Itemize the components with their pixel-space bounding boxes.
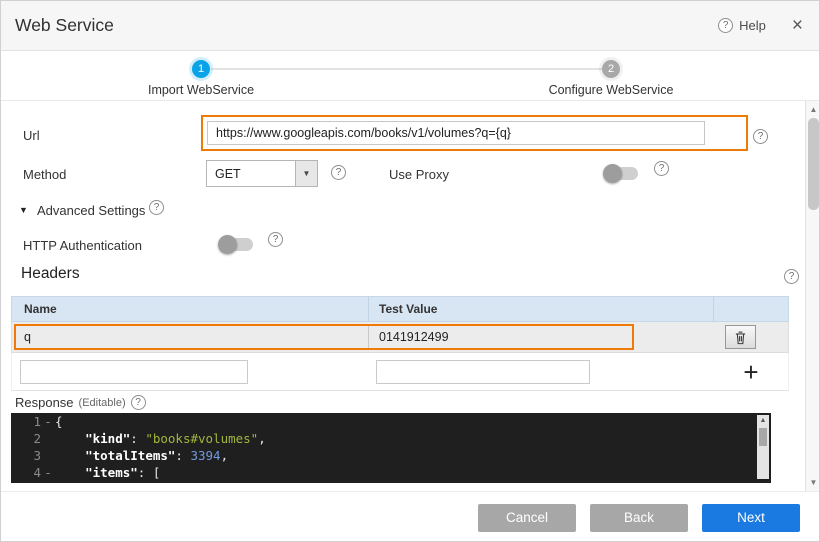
web-service-dialog: Web Service ? Help × 1 Import WebService… <box>0 0 820 542</box>
fold-marker <box>41 430 55 447</box>
content-scrollbar-thumb[interactable] <box>808 118 819 210</box>
step-2-circle[interactable]: 2 <box>602 60 620 78</box>
http-auth-toggle[interactable] <box>219 238 253 251</box>
code-token <box>55 430 85 447</box>
scroll-up-icon[interactable]: ▲ <box>757 415 769 427</box>
line-number: 2 <box>11 430 41 447</box>
method-selected-value: GET <box>207 167 295 181</box>
code-token: : <box>175 447 190 464</box>
step-1-circle[interactable]: 1 <box>192 60 210 78</box>
method-help-icon[interactable]: ? <box>331 165 346 180</box>
toggle-knob <box>218 235 237 254</box>
column-header-test-value: Test Value <box>369 297 714 321</box>
code-line: 4 - "items" : [ <box>11 464 771 481</box>
footer: Cancel Back Next <box>1 491 820 542</box>
header-row-highlight: q 0141912499 <box>14 324 634 350</box>
toggle-knob <box>603 164 622 183</box>
header-name-value[interactable]: q <box>16 326 369 348</box>
fold-marker[interactable]: - <box>41 464 55 481</box>
response-help-icon[interactable]: ? <box>131 395 146 410</box>
step-1-label: Import WebService <box>148 83 254 97</box>
line-number: 1 <box>11 413 41 430</box>
code-token: "totalItems" <box>85 447 175 464</box>
url-help-icon[interactable]: ? <box>753 129 768 144</box>
code-token: : <box>130 430 145 447</box>
use-proxy-toggle[interactable] <box>604 167 638 180</box>
help-icon[interactable]: ? <box>718 18 733 33</box>
back-button[interactable]: Back <box>590 504 688 532</box>
new-header-row: + <box>11 353 789 391</box>
response-code-editor[interactable]: 1 - { 2 "kind" : "books#volumes" , 3 "to… <box>11 413 771 483</box>
editor-scrollbar-thumb[interactable] <box>759 428 767 446</box>
stepper-connector-line <box>211 68 602 70</box>
add-row-button[interactable]: + <box>735 359 766 385</box>
method-label: Method <box>23 167 66 182</box>
help-link[interactable]: Help <box>739 18 766 33</box>
code-line: 2 "kind" : "books#volumes" , <box>11 430 771 447</box>
line-number: 3 <box>11 447 41 464</box>
wizard-stepper: 1 Import WebService 2 Configure WebServi… <box>1 51 820 101</box>
code-token: "kind" <box>85 430 130 447</box>
step-2-label: Configure WebService <box>549 83 674 97</box>
headers-help-icon[interactable]: ? <box>784 269 799 284</box>
url-field-highlight <box>201 115 748 151</box>
url-input[interactable] <box>207 121 705 145</box>
code-token: , <box>221 447 229 464</box>
use-proxy-label: Use Proxy <box>389 167 449 182</box>
fold-marker[interactable]: - <box>41 413 55 430</box>
response-label-row: Response (Editable) ? <box>15 395 146 410</box>
scroll-down-icon[interactable]: ▼ <box>806 478 820 487</box>
code-token: 3394 <box>190 447 220 464</box>
headers-table-header: Name Test Value <box>11 296 789 322</box>
next-button[interactable]: Next <box>702 504 800 532</box>
use-proxy-help-icon[interactable]: ? <box>654 161 669 176</box>
page-title: Web Service <box>15 15 114 36</box>
table-row: q 0141912499 <box>11 322 789 353</box>
advanced-settings-help-icon[interactable]: ? <box>149 200 164 215</box>
header-test-value[interactable]: 0141912499 <box>369 326 632 348</box>
content-scrollbar[interactable]: ▲ ▼ <box>805 101 820 491</box>
code-token: { <box>55 413 63 430</box>
chevron-down-icon[interactable]: ▼ <box>295 161 317 186</box>
response-label: Response <box>15 395 74 410</box>
column-header-name: Name <box>12 297 369 321</box>
fold-marker <box>41 447 55 464</box>
response-editable-note: (Editable) <box>79 397 126 409</box>
content-area: Url ? Method GET ▼ ? Use Proxy ? ▼ Advan… <box>1 101 820 491</box>
new-header-name-input[interactable] <box>20 360 248 384</box>
new-header-value-input[interactable] <box>376 360 590 384</box>
headers-table: Name Test Value q 0141912499 <box>11 296 789 391</box>
code-token <box>55 447 85 464</box>
code-token: "books#volumes" <box>145 430 258 447</box>
line-number: 4 <box>11 464 41 481</box>
http-auth-label: HTTP Authentication <box>23 238 142 253</box>
code-line: 3 "totalItems" : 3394 , <box>11 447 771 464</box>
advanced-settings-label[interactable]: Advanced Settings <box>37 203 145 218</box>
delete-row-button[interactable] <box>725 325 756 349</box>
scroll-up-icon[interactable]: ▲ <box>806 105 820 114</box>
cancel-button[interactable]: Cancel <box>478 504 576 532</box>
headers-section-title: Headers <box>21 265 80 283</box>
http-auth-help-icon[interactable]: ? <box>268 232 283 247</box>
trash-icon <box>734 330 747 345</box>
code-token: , <box>258 430 266 447</box>
code-token: "items" <box>85 464 138 481</box>
close-icon[interactable]: × <box>792 16 803 35</box>
collapse-triangle-icon[interactable]: ▼ <box>19 205 28 215</box>
url-label: Url <box>23 128 40 143</box>
editor-scrollbar[interactable]: ▲ <box>757 415 769 479</box>
method-select[interactable]: GET ▼ <box>206 160 318 187</box>
code-token: : [ <box>138 464 161 481</box>
code-token <box>55 464 85 481</box>
code-line: 1 - { <box>11 413 771 430</box>
titlebar: Web Service ? Help × <box>1 1 820 51</box>
